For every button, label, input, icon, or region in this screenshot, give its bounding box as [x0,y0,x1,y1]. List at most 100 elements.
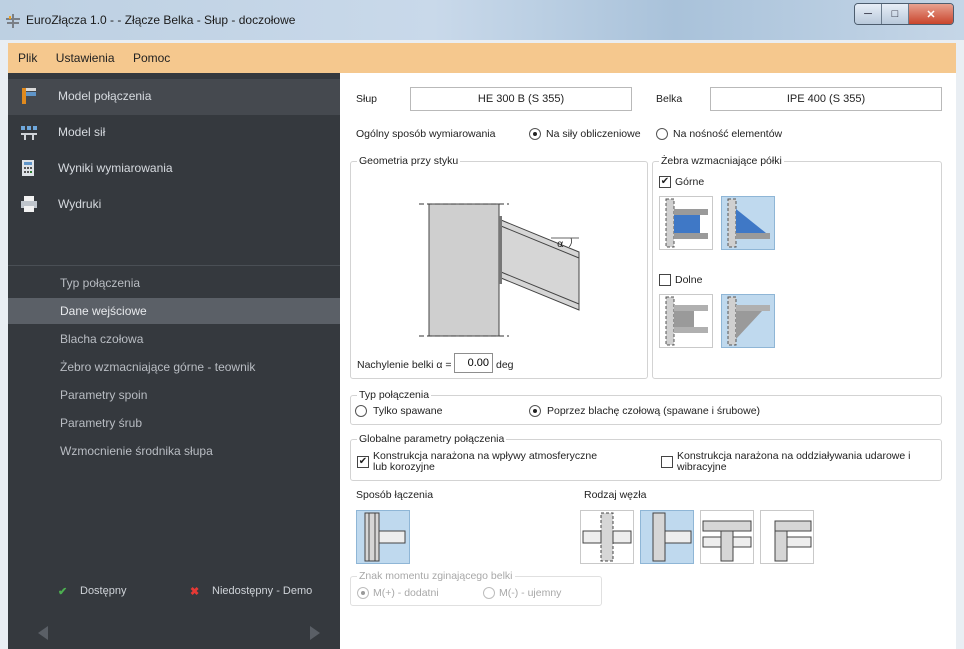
atmospheric-checkbox[interactable]: ✔ [357,456,369,468]
connection-type-title: Typ połączenia [357,389,432,401]
results-calculator-icon [22,160,34,176]
nav-wyniki[interactable]: Wyniki wymiarowania [8,151,340,187]
step-typ-polaczenia[interactable]: Typ połączenia [8,270,340,296]
node-type-label: Rodzaj węzła [584,489,647,501]
sidebar: Model połączenia Model sił Wyniki wymiar… [8,73,340,649]
rib-bottom-option-1[interactable] [659,294,713,348]
connection-model-icon [22,88,36,104]
nav-label: Model połączenia [58,89,152,103]
moment-negative-radio[interactable] [483,587,495,599]
moment-sign-title: Znak momentu zginającego belki [357,570,515,582]
menu-bar: Plik Ustawienia Pomoc [8,43,956,73]
menu-pomoc[interactable]: Pomoc [133,43,170,73]
menu-ustawienia[interactable]: Ustawienia [56,43,115,73]
nav-wydruki[interactable]: Wydruki [8,187,340,223]
welded-only-radio[interactable] [355,405,367,417]
step-zebro-gorne[interactable]: Żebro wzmacniające górne - teownik [8,354,340,380]
inclination-input[interactable]: 0.00 [454,353,493,373]
ribs-top-label: Górne [675,176,705,188]
window-title: EuroZłącza 1.0 - - Złącze Belka - Słup -… [26,13,296,27]
beam-section-field[interactable]: IPE 400 (S 355) [710,87,942,111]
ribs-bottom-label: Dolne [675,274,703,286]
ribs-bottom-checkbox[interactable] [659,274,671,286]
rib-bottom-2-icon [727,296,770,346]
back-arrow-icon[interactable] [38,626,48,640]
atmospheric-label: Konstrukcja narażona na wpływy atmosfery… [373,450,598,473]
app-icon [6,14,20,28]
legend-unavailable: Niedostępny - Demo [212,585,313,597]
node-type-1-icon [582,512,632,562]
main-panel: Słup HE 300 B (S 355) Belka IPE 400 (S 3… [340,73,956,649]
column-section-field[interactable]: HE 300 B (S 355) [410,87,632,111]
moment-negative-label: M(-) - ujemny [499,587,562,599]
geometry-group: Geometria przy styku α Nachylenie belki … [350,155,648,379]
flange-ribs-group: Żebra wzmacniające półki ✔ Górne Dolne [652,155,942,379]
moment-sign-group: Znak momentu zginającego belki M(+) - do… [350,570,602,606]
step-blacha-czolowa[interactable]: Blacha czołowa [8,326,340,352]
close-icon[interactable]: ✕ [909,4,953,24]
title-bar: EuroZłącza 1.0 - - Złącze Belka - Słup -… [0,0,964,40]
rib-top-option-1[interactable] [659,196,713,250]
design-forces-label: Na siły obliczeniowe [546,128,641,140]
step-dane-wejsciowe[interactable]: Dane wejściowe [8,298,340,324]
nav-model-sil[interactable]: Model sił [8,115,340,151]
rib-top-2-icon [727,198,770,248]
available-check-icon: ✔ [58,586,68,598]
end-plate-label: Poprzez blachę czołową (spawane i śrubow… [547,405,761,417]
flange-ribs-title: Żebra wzmacniające półki [659,155,784,167]
ribs-top-checkbox[interactable]: ✔ [659,176,671,188]
moment-positive-label: M(+) - dodatni [373,587,439,599]
force-model-icon [21,126,37,140]
menu-plik[interactable]: Plik [18,43,37,73]
nav-label: Wyniki wymiarowania [58,161,173,175]
node-type-option-4[interactable] [760,510,814,564]
sidebar-divider [8,265,340,266]
rib-bottom-1-icon [665,296,708,346]
global-params-group: Globalne parametry połączenia ✔ Konstruk… [350,433,942,481]
printer-icon [21,196,37,212]
welded-only-label: Tylko spawane [373,405,443,417]
step-parametry-spoin[interactable]: Parametry spoin [8,382,340,408]
geometry-title: Geometria przy styku [357,155,461,167]
window-controls: ─ □ ✕ [854,3,954,25]
minimize-icon[interactable]: ─ [855,4,882,24]
node-type-3-icon [702,520,752,562]
maximize-icon[interactable]: □ [882,4,909,24]
join-method-option[interactable] [356,510,410,564]
node-type-2-icon [652,512,692,562]
alpha-symbol: α [557,239,564,250]
legend-available: Dostępny [80,585,127,597]
design-capacity-radio[interactable] [656,128,668,140]
connection-type-group: Typ połączenia Tylko spawane Poprzez bla… [350,389,942,425]
nav-model-polaczenia[interactable]: Model połączenia [8,79,340,115]
forward-arrow-icon[interactable] [310,626,320,640]
moment-positive-radio[interactable] [357,587,369,599]
rib-top-option-2[interactable] [721,196,775,250]
node-type-option-3[interactable] [700,510,754,564]
node-type-option-1[interactable] [580,510,634,564]
node-type-4-icon [774,520,812,562]
geometry-diagram: α [419,203,580,337]
rib-top-1-icon [665,198,708,248]
join-method-icon [364,512,406,562]
design-mode-label: Ogólny sposób wymiarowania [356,128,496,140]
design-forces-radio[interactable] [529,128,541,140]
global-params-title: Globalne parametry połączenia [357,433,507,445]
nav-label: Wydruki [58,197,102,211]
inclination-label: Nachylenie belki α = [357,359,452,371]
end-plate-radio[interactable] [529,405,541,417]
node-type-option-2[interactable] [640,510,694,564]
inclination-unit: deg [496,359,514,371]
impact-label: Konstrukcja narażona na oddziaływania ud… [677,450,911,473]
step-parametry-srub[interactable]: Parametry śrub [8,410,340,436]
unavailable-x-icon: ✖ [190,586,200,598]
beam-label: Belka [656,93,683,105]
column-label: Słup [356,93,378,105]
app-window: EuroZłącza 1.0 - - Złącze Belka - Słup -… [0,0,964,649]
join-method-label: Sposób łączenia [356,489,434,501]
rib-bottom-option-2[interactable] [721,294,775,348]
design-capacity-label: Na nośność elementów [673,128,783,140]
nav-label: Model sił [58,125,106,139]
impact-checkbox[interactable] [661,456,673,468]
step-wzmocnienie-srodnika[interactable]: Wzmocnienie środnika słupa [8,438,340,464]
